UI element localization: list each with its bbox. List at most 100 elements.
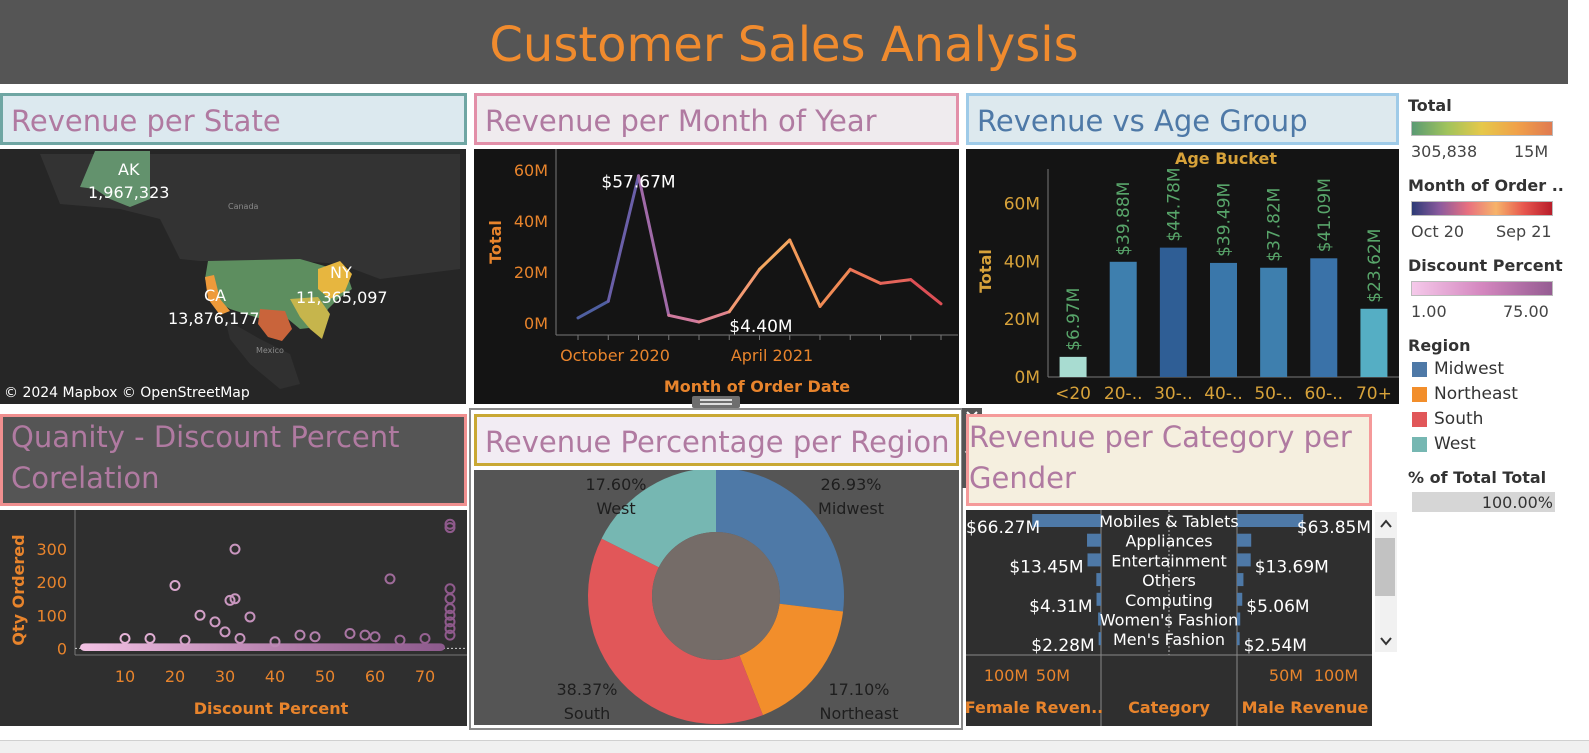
legend-month-max: Sep 21 (1496, 222, 1552, 241)
age-x-tick: 20-.. (1104, 384, 1143, 404)
scatter-panel[interactable]: Qty Ordered Discount Percent 0 100 200 300 1… (0, 510, 467, 726)
scatter-point[interactable] (344, 627, 356, 639)
month-line-segment[interactable] (879, 278, 913, 285)
age-bar-label: $39.88M (1114, 182, 1134, 256)
legend-discount-ramp[interactable] (1411, 281, 1553, 296)
female-bar[interactable] (1032, 514, 1101, 527)
category-scrollbar[interactable] (1375, 512, 1397, 652)
month-line-segment[interactable] (818, 267, 852, 308)
month-line-segment[interactable] (576, 299, 610, 320)
scatter-point[interactable] (384, 573, 396, 585)
age-bar[interactable] (1360, 308, 1388, 377)
male-bar[interactable] (1237, 514, 1304, 527)
category-panel[interactable]: Mobiles & Tablets $66.27M $63.85M Appliance… (965, 510, 1372, 726)
drag-handle[interactable] (692, 396, 740, 408)
scatter-point[interactable] (309, 631, 321, 643)
month-line-segment[interactable] (606, 174, 640, 303)
age-bar-chart[interactable]: Age Bucket Total 0M 20M 40M 60M $6.97M <20 $39… (966, 149, 1399, 404)
scatter-y-tick: 200 (36, 573, 67, 592)
female-bar[interactable] (1098, 632, 1101, 646)
scatter-point[interactable] (394, 634, 406, 646)
scatter-point[interactable] (419, 632, 431, 644)
month-line-segment[interactable] (697, 310, 731, 324)
scatter-point[interactable] (219, 626, 231, 638)
legend-total-ramp[interactable] (1411, 121, 1553, 136)
scroll-thumb[interactable] (1375, 538, 1395, 596)
scroll-down-icon[interactable] (1380, 637, 1392, 646)
month-line-segment[interactable] (848, 267, 882, 285)
male-bar[interactable] (1237, 533, 1252, 547)
month-panel-title: Revenue per Month of Year (474, 93, 959, 145)
scatter-y-title: Qty Ordered (9, 534, 28, 645)
scatter-point[interactable] (244, 611, 256, 623)
scatter-point[interactable] (209, 616, 221, 628)
region-slice-name: Northeast (819, 704, 898, 723)
male-bar[interactable] (1237, 632, 1240, 646)
map-attribution[interactable]: © 2024 Mapbox © OpenStreetMap (4, 385, 250, 401)
male-value-label: $63.85M (1297, 518, 1371, 538)
scatter-point[interactable] (229, 543, 241, 555)
map-panel[interactable]: Canada Mexico AK 1,967,323 CA 13,876,177… (0, 149, 466, 404)
legend-month-ramp[interactable] (1411, 201, 1553, 216)
scatter-point[interactable] (359, 629, 371, 641)
scatter-point[interactable] (119, 632, 131, 644)
month-line-segment[interactable] (758, 238, 792, 271)
month-line-segment[interactable] (667, 313, 701, 324)
male-x-tick: 50M (1269, 666, 1303, 685)
category-butterfly-chart[interactable]: Mobiles & Tablets $66.27M $63.85M Appliance… (965, 510, 1372, 726)
female-bar[interactable] (1087, 533, 1101, 547)
month-y-tick: 20M (514, 263, 548, 282)
month-line-chart[interactable]: Total Month of Order Date October 2020 A… (474, 149, 959, 404)
category-label: Men's Fashion (1113, 630, 1225, 649)
region-panel[interactable]: 26.93% Midwest 17.10% Northeast 38.37% South 1… (474, 468, 959, 725)
scatter-point[interactable] (169, 580, 181, 591)
female-bar[interactable] (1096, 573, 1101, 587)
female-x-tick: 100M (984, 666, 1028, 685)
age-bar[interactable] (1109, 261, 1137, 377)
scatter-x-tick: 70 (415, 667, 435, 686)
age-bar-label: $6.97M (1064, 288, 1084, 351)
state-value-ny: 11,365,097 (296, 288, 388, 307)
region-donut-chart[interactable]: 26.93% Midwest 17.10% Northeast 38.37% South 1… (474, 468, 959, 725)
scatter-point[interactable] (444, 583, 456, 595)
scatter-x-title: Discount Percent (194, 699, 349, 718)
month-panel[interactable]: Total Month of Order Date October 2020 A… (474, 149, 959, 404)
female-value-label: $13.45M (1009, 557, 1083, 577)
age-bar[interactable] (1059, 356, 1087, 377)
age-bar[interactable] (1310, 258, 1338, 377)
age-panel[interactable]: Age Bucket Total 0M 20M 40M 60M $6.97M <20 $39… (966, 149, 1399, 404)
legend-percent-bar[interactable]: 100.00% (1412, 492, 1555, 512)
female-bar[interactable] (1087, 553, 1102, 567)
scatter-point[interactable] (369, 631, 381, 643)
legend-swatch (1412, 387, 1427, 402)
age-bar[interactable] (1159, 247, 1187, 377)
female-bar[interactable] (1096, 592, 1101, 606)
age-bar-label: $37.82M (1265, 188, 1285, 262)
category-panel-title: Revenue per Category per Gender (966, 414, 1372, 506)
scatter-point[interactable] (179, 634, 191, 646)
male-bar[interactable] (1237, 553, 1251, 567)
scatter-chart[interactable]: Qty Ordered Discount Percent 0 100 200 300 1… (0, 510, 467, 726)
scatter-point[interactable] (234, 632, 246, 644)
scatter-point[interactable] (294, 629, 306, 641)
month-line-segment[interactable] (788, 238, 822, 308)
scatter-dense-band[interactable] (80, 643, 445, 652)
scroll-up-icon[interactable] (1380, 519, 1392, 528)
male-bar[interactable] (1237, 573, 1244, 587)
dashboard-title-bar: Customer Sales Analysis (0, 0, 1568, 84)
scatter-point[interactable] (144, 632, 156, 644)
scatter-point[interactable] (444, 593, 456, 605)
age-bar[interactable] (1210, 262, 1237, 377)
bottom-strip (0, 740, 1589, 753)
scatter-point[interactable] (194, 609, 206, 621)
month-line-segment[interactable] (637, 174, 671, 317)
scatter-point[interactable] (444, 629, 456, 641)
legend-month-min: Oct 20 (1411, 222, 1465, 241)
legend-percent-value: 100.00% (1481, 493, 1553, 512)
age-bar[interactable] (1260, 267, 1288, 377)
region-slice-percent: 26.93% (820, 475, 881, 494)
month-line-segment[interactable] (727, 267, 761, 314)
month-line-segment[interactable] (909, 278, 943, 306)
male-bar[interactable] (1237, 592, 1243, 606)
us-map[interactable]: Canada Mexico AK 1,967,323 CA 13,876,177… (0, 149, 466, 404)
